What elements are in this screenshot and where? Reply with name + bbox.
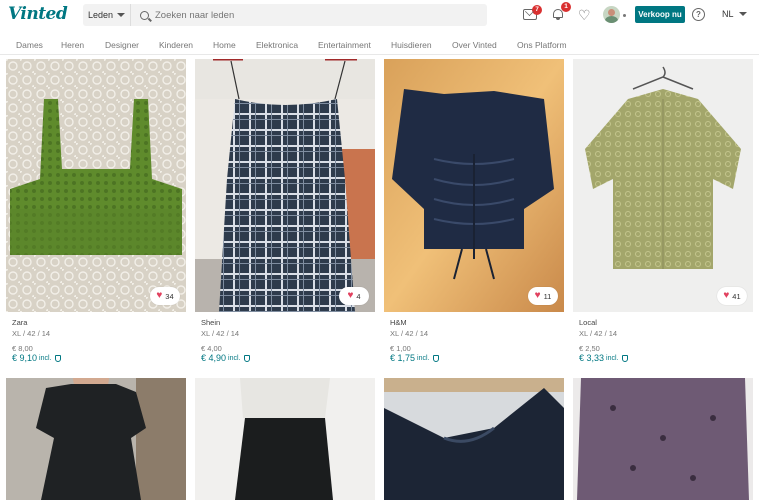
heart-icon: ♥ (723, 290, 730, 301)
plaid-dress-photo (195, 59, 375, 312)
black-skirt-photo (195, 378, 375, 500)
search-category-select[interactable]: Leden (83, 4, 131, 26)
notifications-icon[interactable]: 1 (551, 2, 571, 21)
buyer-protection-shield-icon[interactable] (622, 354, 629, 362)
incl-label: incl. (417, 354, 430, 362)
nav-item-over-vinted[interactable]: Over Vinted (452, 40, 497, 50)
item-size: XL / 42 / 14 (201, 329, 240, 338)
lace-cami-photo (384, 378, 564, 500)
nav-item-heren[interactable]: Heren (61, 40, 84, 50)
item-price-incl: € 3,33 incl. (579, 353, 629, 363)
buyer-protection-shield-icon[interactable] (433, 354, 440, 362)
item-price: € 1,00 (390, 344, 411, 353)
item-price: € 4,00 (201, 344, 222, 353)
like-button[interactable]: ♥ 11 (528, 287, 558, 305)
incl-label: incl. (39, 354, 52, 362)
item-size: XL / 42 / 14 (12, 329, 51, 338)
search-input[interactable] (155, 9, 455, 21)
item-price-incl: € 9,10 incl. (12, 353, 62, 363)
price-incl-value: € 1,75 (390, 353, 416, 363)
price-incl-value: € 4,90 (201, 353, 227, 363)
item-brand: H&M (390, 318, 407, 327)
like-button[interactable]: ♥ 41 (717, 287, 747, 305)
like-button[interactable]: ♥ 4 (339, 287, 369, 305)
search-category-label: Leden (87, 10, 114, 20)
notifications-badge: 1 (561, 2, 571, 12)
item-price: € 2,50 (579, 344, 600, 353)
language-label: NL (722, 9, 734, 19)
messages-badge: 7 (532, 5, 542, 15)
search-bar: Leden (83, 4, 487, 26)
item-photo[interactable] (384, 378, 564, 500)
like-count: 11 (543, 291, 552, 301)
sell-now-button[interactable]: Verkoop nu (635, 6, 685, 23)
item-photo[interactable] (6, 378, 186, 500)
messages-icon[interactable]: 7 (523, 5, 542, 20)
item-photo[interactable]: ♥ 41 (573, 59, 753, 312)
lace-blouse-photo (573, 59, 753, 312)
language-selector[interactable]: NL (722, 9, 747, 19)
heart-icon: ♥ (156, 290, 163, 301)
incl-label: incl. (228, 354, 241, 362)
avatar[interactable] (603, 6, 620, 23)
item-brand: Zara (12, 318, 28, 327)
item-size: XL / 42 / 14 (390, 329, 429, 338)
crochet-top-photo (6, 59, 186, 312)
item-price-incl: € 4,90 incl. (201, 353, 251, 363)
category-nav: Dames Heren Designer Kinderen Home Elekt… (0, 35, 759, 55)
like-count: 41 (732, 291, 741, 301)
like-count: 4 (356, 291, 361, 301)
chevron-down-icon (738, 12, 747, 16)
vinted-logo[interactable]: Vinted (8, 4, 68, 24)
top-header: Vinted Leden 7 1 ♡ Verkoop nu ? NL (0, 0, 759, 31)
black-dress-photo (6, 378, 186, 500)
item-photo[interactable]: ♥ 4 (195, 59, 375, 312)
help-icon[interactable]: ? (692, 8, 705, 21)
bell-clapper (556, 18, 560, 20)
buyer-protection-shield-icon[interactable] (55, 354, 62, 362)
buyer-protection-shield-icon[interactable] (244, 354, 251, 362)
nav-item-ons-platform[interactable]: Ons Platform (517, 40, 567, 50)
ruched-top-photo (384, 59, 564, 312)
incl-label: incl. (606, 354, 619, 362)
nav-item-entertainment[interactable]: Entertainment (318, 40, 371, 50)
like-count: 34 (165, 291, 174, 301)
item-photo[interactable] (195, 378, 375, 500)
nav-item-kinderen[interactable]: Kinderen (159, 40, 193, 50)
item-size: XL / 42 / 14 (579, 329, 618, 338)
avatar-menu-dot[interactable] (623, 14, 626, 17)
nav-item-designer[interactable]: Designer (105, 40, 139, 50)
chevron-down-icon (117, 13, 126, 17)
search-icon (140, 10, 149, 20)
price-incl-value: € 9,10 (12, 353, 38, 363)
item-price-incl: € 1,75 incl. (390, 353, 440, 363)
header-divider (0, 54, 759, 55)
nav-item-dames[interactable]: Dames (16, 40, 43, 50)
item-photo[interactable]: ♥ 11 (384, 59, 564, 312)
nav-item-elektronica[interactable]: Elektronica (256, 40, 298, 50)
item-photo[interactable] (573, 378, 753, 500)
price-incl-value: € 3,33 (579, 353, 605, 363)
heart-icon: ♥ (347, 290, 354, 301)
item-brand: Local (579, 318, 597, 327)
nav-item-huisdieren[interactable]: Huisdieren (391, 40, 432, 50)
favorites-heart-icon[interactable]: ♡ (578, 8, 592, 22)
item-photo[interactable]: ♥ 34 (6, 59, 186, 312)
item-price: € 8,00 (12, 344, 33, 353)
nav-item-home[interactable]: Home (213, 40, 236, 50)
floral-skirt-photo (573, 378, 753, 500)
item-brand: Shein (201, 318, 221, 327)
heart-icon: ♥ (534, 290, 541, 301)
like-button[interactable]: ♥ 34 (150, 287, 180, 305)
